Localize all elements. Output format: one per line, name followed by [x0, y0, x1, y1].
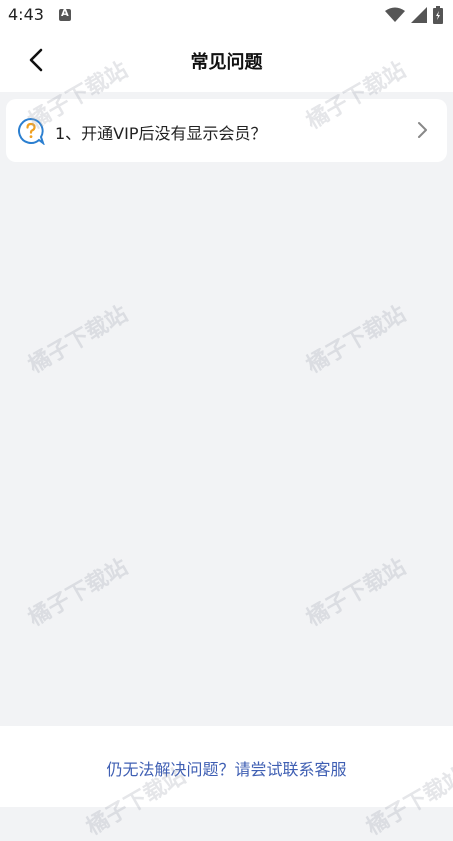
battery-icon [433, 6, 443, 24]
wifi-icon [385, 7, 405, 22]
faq-item[interactable]: 1、开通VIP后没有显示会员？ [6, 99, 447, 162]
page-title: 常见问题 [190, 52, 263, 73]
question-bubble-icon [18, 117, 45, 145]
chevron-right-icon [418, 122, 427, 138]
faq-item-label: 1、开通VIP后没有显示会员？ [55, 124, 267, 143]
watermark: 橘子下载站 [302, 301, 411, 379]
status-time: 4:43 [8, 5, 44, 24]
footer: 仍无法解决问题？请尝试联系客服 [0, 726, 453, 807]
contact-support-link[interactable]: 仍无法解决问题？请尝试联系客服 [0, 756, 453, 780]
watermark: 橘子下载站 [24, 301, 133, 379]
watermark: 橘子下载站 [302, 554, 411, 632]
signal-icon [411, 7, 427, 23]
status-bar: 4:43 [0, 0, 453, 30]
watermark: 橘子下载站 [24, 554, 133, 632]
app-header: 常见问题 [0, 30, 453, 92]
status-icons [385, 6, 443, 24]
a-notification-icon [59, 8, 71, 21]
